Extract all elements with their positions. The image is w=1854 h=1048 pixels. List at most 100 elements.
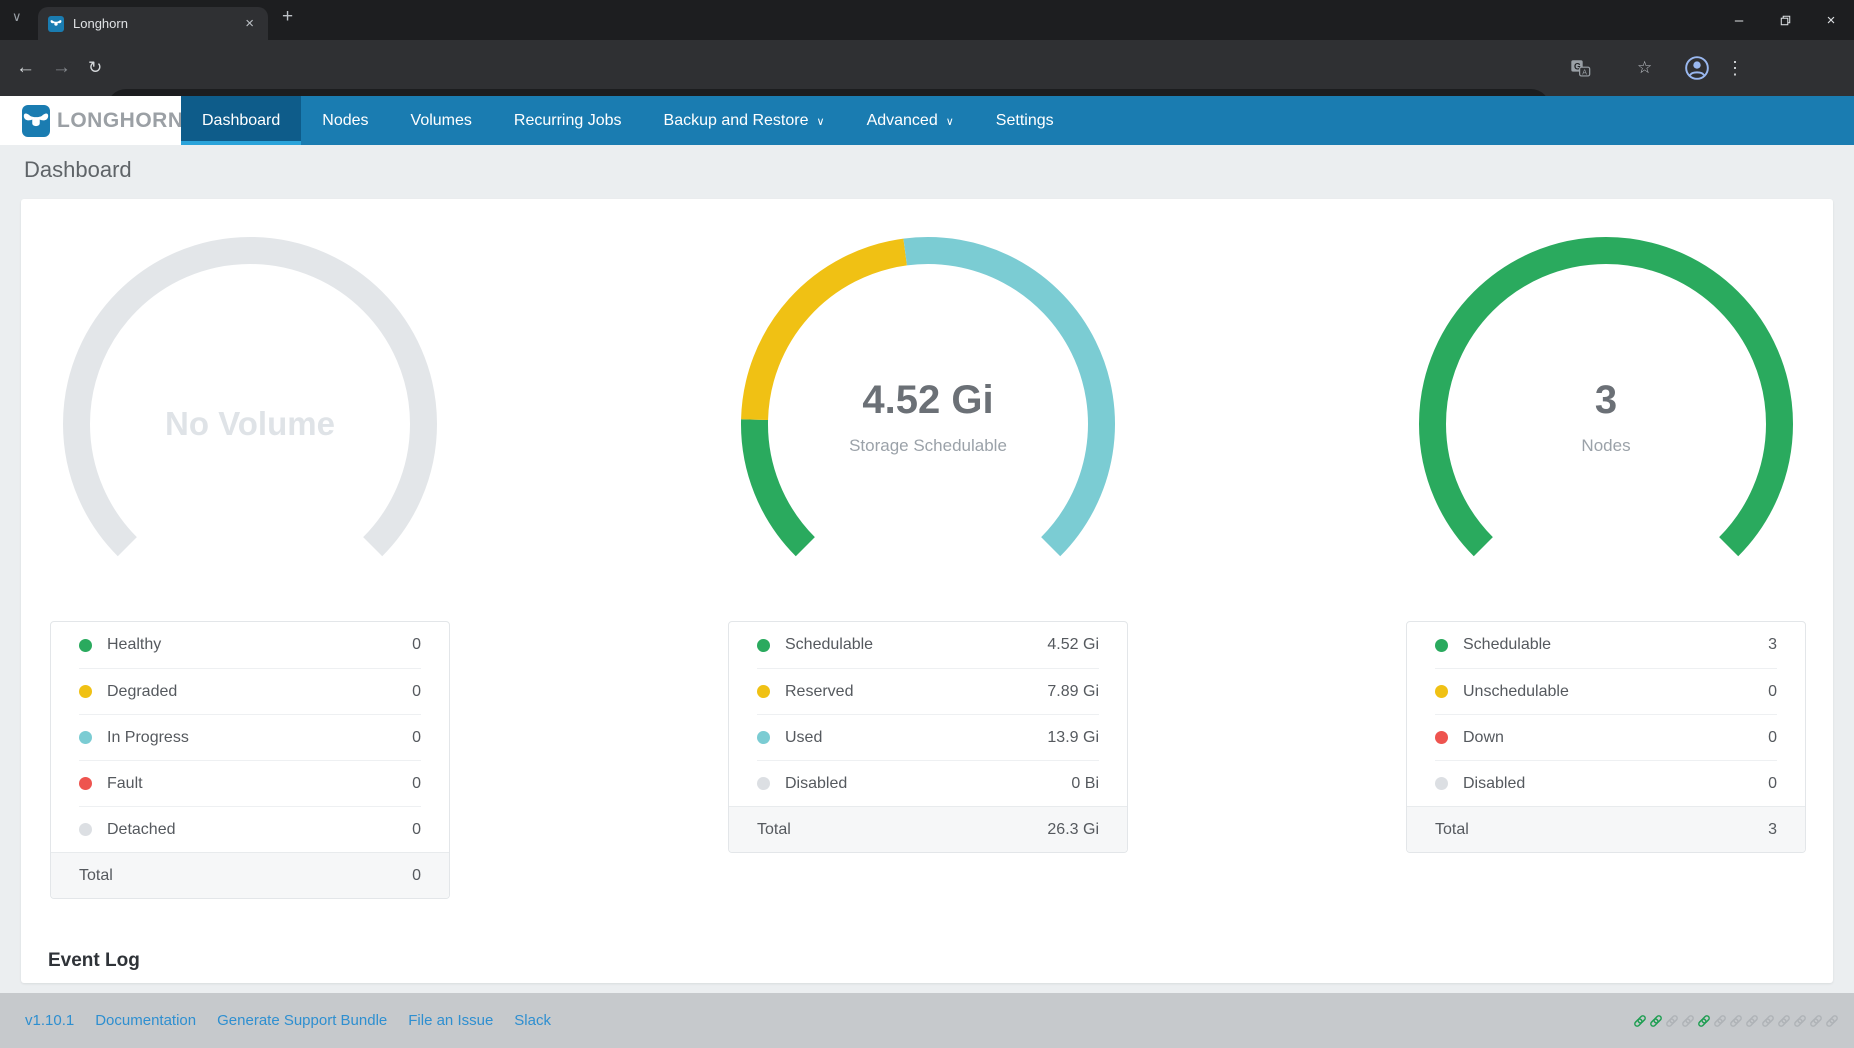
longhorn-logo[interactable]: LONGHORN bbox=[0, 96, 181, 145]
volume-gauge-empty-label: No Volume bbox=[50, 405, 450, 443]
legend-row: Detached0 bbox=[79, 806, 421, 852]
legend-dot bbox=[1435, 731, 1448, 744]
link-status-icon bbox=[1712, 1013, 1728, 1029]
link-status-icon bbox=[1776, 1013, 1792, 1029]
browser-menu-icon[interactable]: ⋮ bbox=[1726, 40, 1744, 96]
event-log-heading: Event Log bbox=[48, 950, 140, 972]
profile-avatar[interactable] bbox=[1684, 40, 1710, 96]
link-status-icon bbox=[1648, 1013, 1664, 1029]
legend-label: In Progress bbox=[107, 729, 412, 747]
legend-dot bbox=[79, 639, 92, 652]
footer-link-file-an-issue[interactable]: File an Issue bbox=[408, 1012, 493, 1029]
window-close-button[interactable]: × bbox=[1808, 12, 1854, 29]
legend-row: Disabled0 Bi bbox=[757, 760, 1099, 806]
browser-window: ∨ Longhorn × + – × ← → ↻ ⓘ localhost:808… bbox=[0, 0, 1854, 1048]
nav-item-dashboard[interactable]: Dashboard bbox=[181, 96, 301, 145]
back-button[interactable]: ← bbox=[16, 40, 35, 96]
legend-value: 0 bbox=[1768, 729, 1777, 747]
link-status-icon bbox=[1744, 1013, 1760, 1029]
legend-dot bbox=[1435, 777, 1448, 790]
footer-bar: v1.10.1 Documentation Generate Support B… bbox=[0, 993, 1854, 1048]
legend-label: Used bbox=[785, 729, 1047, 747]
tab-close-icon[interactable]: × bbox=[241, 15, 258, 32]
storage-gauge-caption: Storage Schedulable bbox=[728, 436, 1128, 456]
legend-row: Down0 bbox=[1435, 714, 1777, 760]
legend-value: 0 bbox=[1768, 683, 1777, 701]
legend-value: 0 Bi bbox=[1071, 775, 1099, 793]
nav-item-backup-and-restore[interactable]: Backup and Restore∨ bbox=[643, 96, 846, 145]
legend-label: Schedulable bbox=[785, 636, 1047, 654]
legend-value: 3 bbox=[1768, 636, 1777, 654]
forward-button[interactable]: → bbox=[52, 40, 71, 96]
link-status-icon bbox=[1632, 1013, 1648, 1029]
legend-dot bbox=[757, 639, 770, 652]
browser-tab[interactable]: Longhorn × bbox=[38, 7, 268, 40]
footer-links: v1.10.1 Documentation Generate Support B… bbox=[25, 993, 551, 1048]
longhorn-favicon-icon bbox=[48, 16, 64, 32]
legend-label: Down bbox=[1463, 729, 1768, 747]
legend-row: Disabled0 bbox=[1435, 760, 1777, 806]
legend-total-row: Total3 bbox=[1407, 806, 1805, 852]
link-status-icon bbox=[1760, 1013, 1776, 1029]
legend-row: In Progress0 bbox=[79, 714, 421, 760]
legend-dot bbox=[79, 823, 92, 836]
legend-total-row: Total0 bbox=[51, 852, 449, 898]
legend-label: Healthy bbox=[107, 636, 412, 654]
reload-button[interactable]: ↻ bbox=[88, 40, 102, 96]
footer-link-slack[interactable]: Slack bbox=[514, 1012, 551, 1029]
chevron-down-icon: ∨ bbox=[946, 115, 954, 128]
legend-value: 13.9 Gi bbox=[1047, 729, 1099, 747]
link-status-icon bbox=[1824, 1013, 1840, 1029]
tab-title: Longhorn bbox=[73, 16, 241, 31]
storage-gauge-value: 4.52 Gi bbox=[728, 378, 1128, 423]
brand-name: LONGHORN bbox=[57, 109, 184, 133]
browser-tab-strip: ∨ Longhorn × + – × bbox=[0, 0, 1854, 40]
legend-value: 0 bbox=[412, 636, 421, 654]
new-tab-button[interactable]: + bbox=[282, 6, 293, 28]
tab-search-chevron-icon[interactable]: ∨ bbox=[12, 9, 22, 25]
link-status-icon bbox=[1728, 1013, 1744, 1029]
legend-value: 0 bbox=[412, 821, 421, 839]
legend-dot bbox=[79, 685, 92, 698]
nodes-gauge-chart bbox=[1406, 224, 1806, 624]
legend-dot bbox=[79, 731, 92, 744]
legend-value: 0 bbox=[412, 683, 421, 701]
page-title: Dashboard bbox=[24, 157, 132, 183]
legend-total-row: Total26.3 Gi bbox=[729, 806, 1127, 852]
link-status-icon bbox=[1680, 1013, 1696, 1029]
legend-value: 0 bbox=[1768, 775, 1777, 793]
legend-row: Reserved7.89 Gi bbox=[757, 668, 1099, 714]
footer-link-documentation[interactable]: Documentation bbox=[95, 1012, 196, 1029]
legend-label: Unschedulable bbox=[1463, 683, 1768, 701]
legend-row: Schedulable4.52 Gi bbox=[757, 622, 1099, 668]
link-status-icon bbox=[1696, 1013, 1712, 1029]
legend-value: 7.89 Gi bbox=[1047, 683, 1099, 701]
legend-row: Unschedulable0 bbox=[1435, 668, 1777, 714]
legend-label: Fault bbox=[107, 775, 412, 793]
legend-label: Disabled bbox=[1463, 775, 1768, 793]
legend-dot bbox=[79, 777, 92, 790]
window-restore-button[interactable] bbox=[1762, 12, 1808, 29]
svg-text:A: A bbox=[1582, 69, 1587, 76]
nav-item-recurring-jobs[interactable]: Recurring Jobs bbox=[493, 96, 643, 145]
link-status-icon bbox=[1808, 1013, 1824, 1029]
nav-item-advanced[interactable]: Advanced∨ bbox=[846, 96, 975, 145]
browser-toolbar: ← → ↻ ⓘ localhost:8080/#/dashboard GA ☆ … bbox=[0, 40, 1854, 96]
version-label[interactable]: v1.10.1 bbox=[25, 1012, 74, 1029]
chevron-down-icon: ∨ bbox=[817, 115, 825, 128]
legend-label: Schedulable bbox=[1463, 636, 1768, 654]
nodes-gauge-caption: Nodes bbox=[1406, 436, 1806, 456]
legend-row: Fault0 bbox=[79, 760, 421, 806]
nav-item-volumes[interactable]: Volumes bbox=[390, 96, 493, 145]
legend-label: Detached bbox=[107, 821, 412, 839]
volume-legend-table: Healthy0 Degraded0 In Progress0 Fault0 D… bbox=[50, 621, 450, 899]
translate-icon[interactable]: GA bbox=[1570, 40, 1591, 96]
legend-row: Healthy0 bbox=[79, 622, 421, 668]
storage-gauge-chart bbox=[728, 224, 1128, 624]
bookmark-star-icon[interactable]: ☆ bbox=[1637, 40, 1652, 96]
window-minimize-button[interactable]: – bbox=[1716, 12, 1762, 29]
legend-row: Schedulable3 bbox=[1435, 622, 1777, 668]
nav-item-nodes[interactable]: Nodes bbox=[301, 96, 389, 145]
nav-item-settings[interactable]: Settings bbox=[975, 96, 1075, 145]
footer-link-support-bundle[interactable]: Generate Support Bundle bbox=[217, 1012, 387, 1029]
